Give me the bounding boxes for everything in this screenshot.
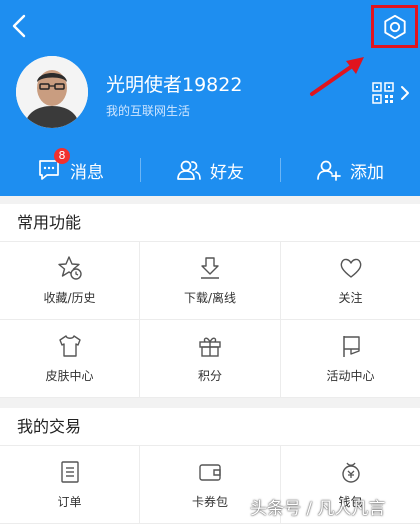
orders-item[interactable]: 订单 (0, 446, 140, 524)
heart-icon (340, 258, 361, 278)
settings-button[interactable] (371, 5, 418, 48)
wallet-icon (341, 462, 360, 483)
item-label: 活动中心 (326, 369, 375, 383)
messages-label: 消息 (70, 162, 104, 183)
chevron-right-icon[interactable] (399, 85, 411, 101)
friends-button[interactable]: 好友 (140, 146, 280, 194)
friends-label: 好友 (210, 162, 244, 183)
back-arrow-icon (12, 14, 26, 38)
tshirt-icon (58, 335, 81, 357)
qr-code-icon[interactable] (372, 82, 394, 104)
add-friend-label: 添加 (350, 162, 384, 183)
download-icon (201, 257, 219, 279)
skin-center-item[interactable]: 皮肤中心 (0, 320, 140, 398)
common-functions-section: 常用功能 收藏/历史 下载/离线 关注 皮肤中心 积分 活动中心 (0, 204, 420, 398)
item-label: 下载/离线 (183, 291, 237, 305)
coupon-wallet-icon (199, 464, 221, 481)
add-friend-icon (317, 160, 341, 181)
flag-icon (342, 336, 360, 357)
download-offline-item[interactable]: 下载/离线 (140, 242, 281, 320)
item-label: 积分 (197, 369, 222, 383)
avatar[interactable] (16, 56, 88, 128)
favorites-history-item[interactable]: 收藏/历史 (0, 242, 140, 320)
unread-badge: 8 (54, 148, 70, 164)
add-friend-button[interactable]: 添加 (280, 146, 420, 194)
item-label: 卡券包 (191, 495, 228, 509)
messages-button[interactable]: 消息 8 (0, 146, 140, 194)
profile-header: 光明使者19822 我的互联网生活 消息 8 好友 添加 (0, 0, 420, 196)
gear-icon (383, 14, 406, 39)
item-label: 订单 (57, 495, 82, 509)
friends-icon (177, 160, 201, 180)
points-item[interactable]: 积分 (140, 320, 281, 398)
follow-item[interactable]: 关注 (281, 242, 420, 320)
username: 光明使者19822 (106, 74, 243, 96)
user-subtitle: 我的互联网生活 (106, 104, 191, 118)
star-history-icon (57, 256, 82, 280)
back-button[interactable] (8, 12, 32, 40)
item-label: 关注 (338, 291, 363, 305)
order-icon (60, 461, 79, 483)
section-title: 我的交易 (0, 408, 420, 446)
activity-center-item[interactable]: 活动中心 (281, 320, 420, 398)
section-title: 常用功能 (0, 204, 420, 242)
item-label: 皮肤中心 (45, 369, 94, 383)
gift-icon (199, 337, 221, 357)
action-bar: 消息 8 好友 添加 (0, 146, 420, 194)
item-label: 收藏/历史 (43, 291, 96, 305)
annotation-arrow-icon (310, 57, 364, 96)
avatar-photo (16, 56, 88, 128)
watermark-text: 头条号 / 凡人凡言 (250, 499, 386, 519)
